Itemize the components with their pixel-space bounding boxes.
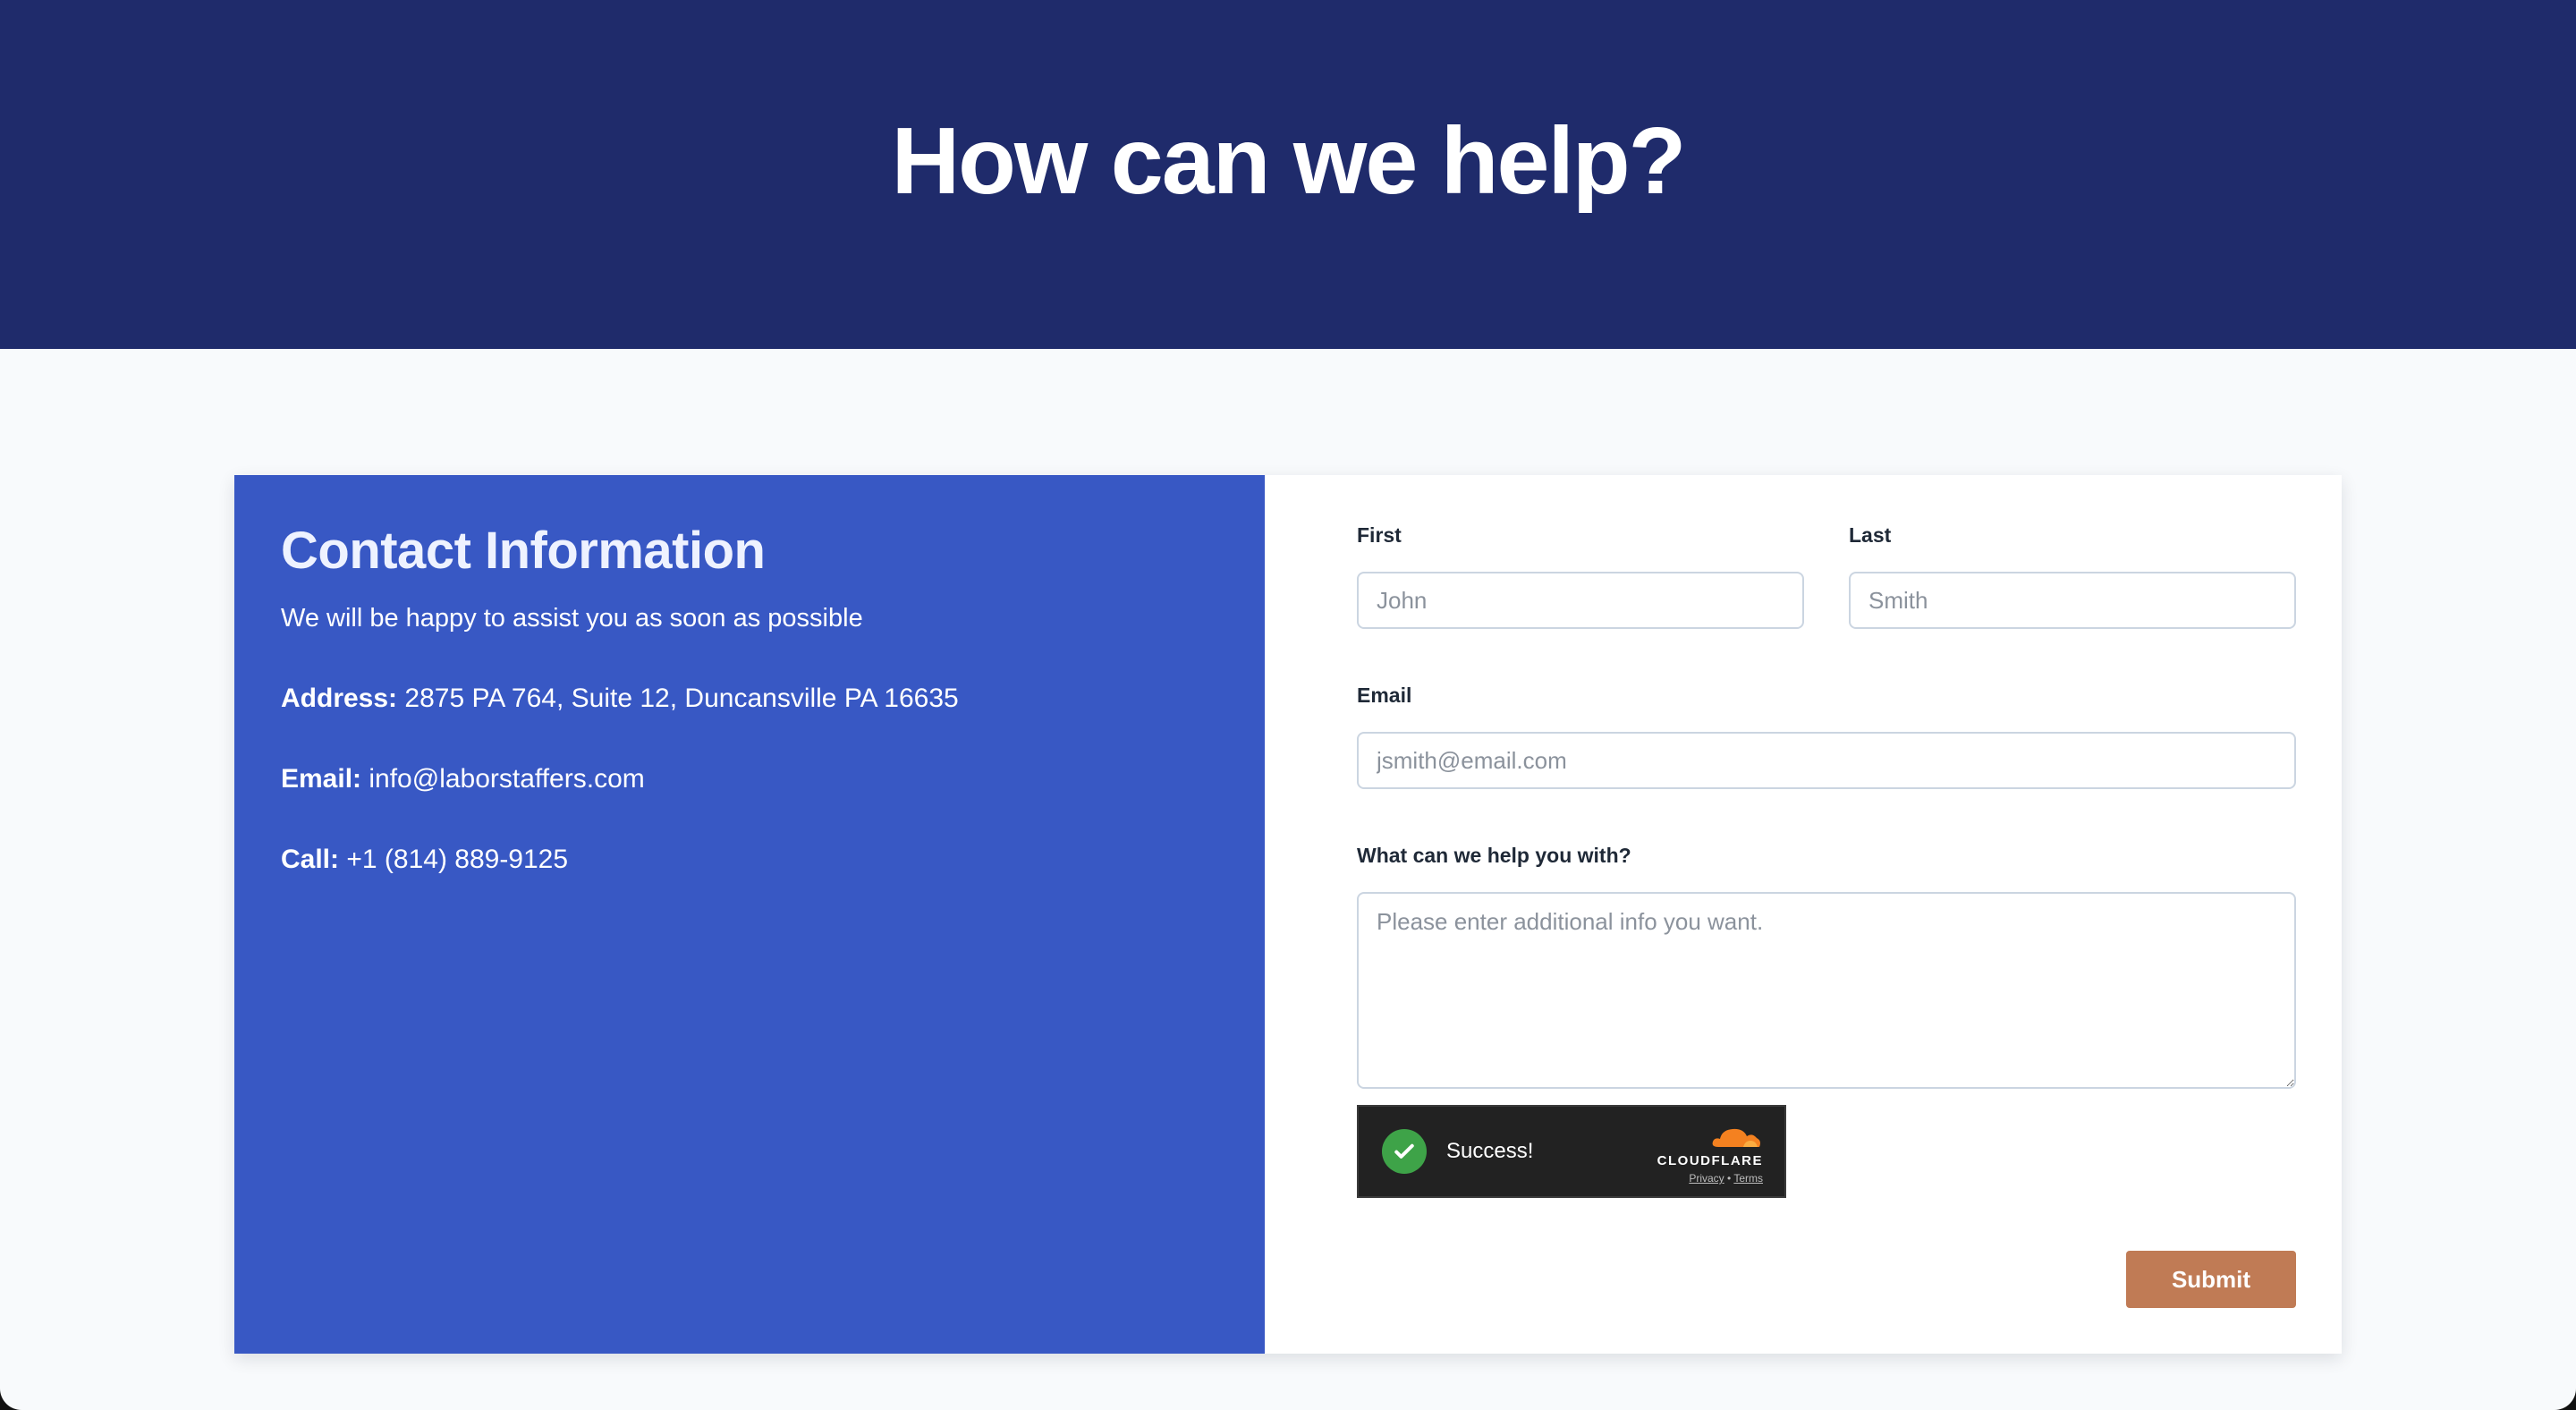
call-label: Call: (281, 845, 340, 874)
hero-banner: How can we help? (0, 0, 2576, 349)
contact-information-panel: Contact Information We will be happy to … (234, 475, 1265, 1354)
email-field-label: Email (1357, 684, 1412, 707)
address-label: Address: (281, 684, 398, 713)
first-name-label: First (1357, 523, 1402, 547)
message-label: What can we help you with? (1357, 844, 1631, 867)
first-name-input[interactable] (1357, 572, 1804, 629)
terms-link[interactable]: Terms (1733, 1172, 1763, 1185)
email-field[interactable] (1357, 732, 2296, 789)
email-value: info@laborstaffers.com (369, 764, 645, 794)
last-name-input[interactable] (1849, 572, 2296, 629)
links-separator: • (1727, 1172, 1732, 1185)
last-name-label: Last (1849, 523, 1892, 547)
address-value: 2875 PA 764, Suite 12, Duncansville PA 1… (404, 684, 959, 713)
contact-form: First Last Email What can we help you wi… (1265, 475, 2342, 1354)
page: How can we help? Contact Information We … (0, 0, 2576, 1410)
contact-lead-text: We will be happy to assist you as soon a… (281, 604, 863, 633)
call-value: +1 (814) 889-9125 (346, 845, 569, 874)
email-label: Email: (281, 764, 362, 794)
email-row: Email: info@laborstaffers.com (281, 761, 1218, 797)
submit-button[interactable]: Submit (2126, 1251, 2296, 1308)
cloudflare-turnstile-widget[interactable]: Success! CLOUDFLARE Privacy • Terms (1357, 1105, 1786, 1198)
success-check-icon (1382, 1129, 1427, 1174)
privacy-link[interactable]: Privacy (1689, 1172, 1724, 1185)
page-title: How can we help? (891, 108, 1687, 214)
contact-card: Contact Information We will be happy to … (234, 475, 2342, 1354)
captcha-status-text: Success! (1446, 1139, 1534, 1163)
cloudflare-branding: CLOUDFLARE Privacy • Terms (1656, 1123, 1763, 1185)
address-row: Address: 2875 PA 764, Suite 12, Duncansv… (281, 681, 1218, 717)
contact-information-title: Contact Information (281, 522, 766, 580)
cloudflare-links: Privacy • Terms (1689, 1172, 1763, 1185)
cloudflare-wordmark: CLOUDFLARE (1657, 1153, 1763, 1168)
call-row: Call: +1 (814) 889-9125 (281, 842, 1218, 878)
message-textarea[interactable] (1357, 892, 2296, 1089)
cloudflare-cloud-icon (1712, 1128, 1760, 1147)
